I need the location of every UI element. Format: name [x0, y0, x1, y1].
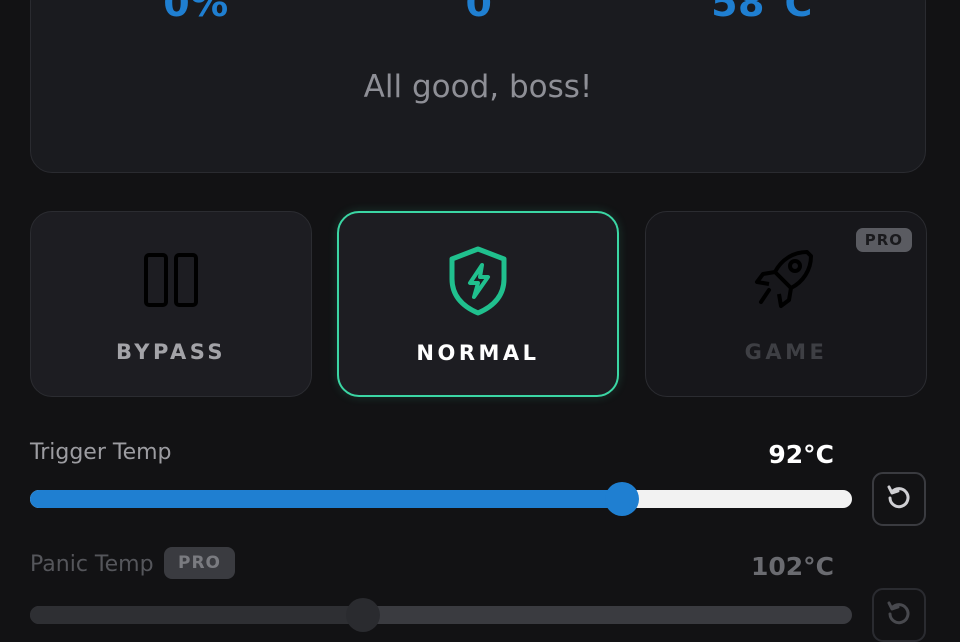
usage-stat: 0%	[163, 0, 229, 25]
panic-temp-slider	[30, 598, 852, 632]
panic-reset-button	[872, 588, 926, 642]
panic-temp-thumb	[345, 598, 380, 632]
trigger-reset-button[interactable]	[872, 472, 926, 526]
trigger-temp-value: 92°C	[768, 440, 834, 469]
pause-icon	[143, 252, 199, 312]
count-stat: 0	[465, 0, 493, 25]
mode-game-button[interactable]: PRO GAME	[645, 211, 927, 397]
shield-bolt-icon	[446, 245, 510, 321]
rocket-icon	[753, 246, 819, 314]
reset-icon	[886, 600, 912, 630]
trigger-temp-fill	[30, 490, 622, 508]
trigger-temp-slider[interactable]	[30, 482, 852, 516]
mode-bypass-button[interactable]: BYPASS	[30, 211, 312, 397]
panic-temp-value: 102°C	[750, 552, 834, 581]
status-card: 0% 0 58°C All good, boss!	[30, 0, 926, 173]
panic-temp-label: Panic Temp	[30, 552, 154, 577]
reset-icon	[886, 484, 912, 514]
mode-normal-label: NORMAL	[416, 341, 540, 365]
panic-pro-badge: PRO	[164, 547, 236, 579]
trigger-temp-label: Trigger Temp	[30, 440, 172, 465]
temperature-stat: 58°C	[711, 0, 813, 25]
mode-game-label: GAME	[744, 340, 828, 364]
status-message: All good, boss!	[363, 69, 593, 105]
mode-bypass-label: BYPASS	[115, 340, 227, 364]
pro-badge: PRO	[855, 228, 912, 252]
trigger-temp-thumb[interactable]	[604, 482, 639, 516]
mode-normal-button[interactable]: NORMAL	[337, 211, 619, 397]
panic-temp-fill	[30, 606, 363, 624]
